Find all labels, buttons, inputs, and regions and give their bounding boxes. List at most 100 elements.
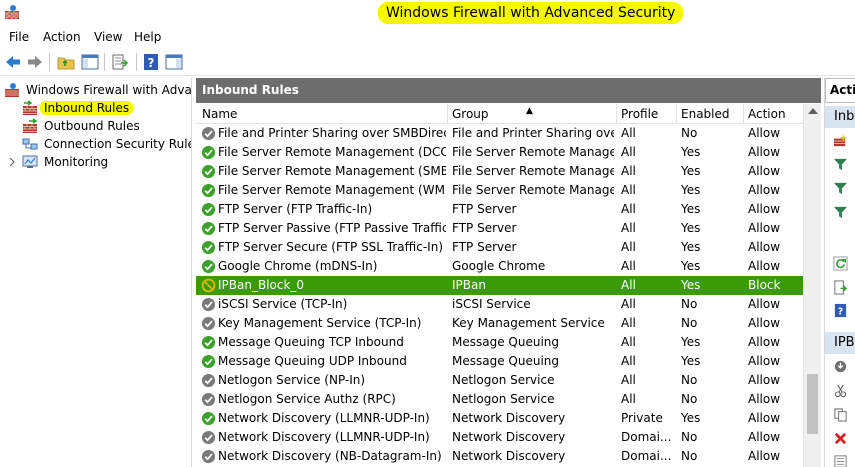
- table-row[interactable]: Google Chrome (mDNS-In) Google Chrome All Y…: [196, 257, 803, 276]
- table-row[interactable]: Message Queuing UDP Inbound Message Queui…: [196, 352, 803, 371]
- column-header-enabled[interactable]: Enabled: [677, 104, 744, 124]
- table-row[interactable]: Message Queuing TCP Inbound Message Queui…: [196, 333, 803, 352]
- window-title: Windows Firewall with Advanced Security: [378, 2, 684, 24]
- show-hide-action-pane-icon[interactable]: [164, 52, 184, 72]
- cell-action: Allow: [748, 354, 781, 368]
- cut-icon[interactable]: [833, 383, 848, 398]
- monitoring-icon: [22, 155, 38, 168]
- cell-group: Netlogon Service: [452, 392, 555, 406]
- filter-by-profile-icon[interactable]: [833, 157, 848, 172]
- menu-file[interactable]: File: [9, 29, 29, 45]
- cell-name: Network Discovery (NB-Datagram-In): [218, 449, 442, 463]
- cell-enabled: Yes: [681, 240, 701, 254]
- cell-group: File Server Remote Manage...: [452, 164, 614, 178]
- help-icon[interactable]: ?: [833, 303, 848, 318]
- export-list-icon[interactable]: [110, 52, 130, 72]
- cell-profile: Domai...: [621, 449, 672, 463]
- actions-title: Actio: [825, 78, 855, 103]
- cell-action: Allow: [748, 126, 781, 140]
- table-row[interactable]: Network Discovery (NB-Datagram-In) Networ…: [196, 447, 803, 466]
- column-header-profile[interactable]: Profile: [617, 104, 677, 124]
- title-bar: Windows Firewall with Advanced Security: [0, 0, 855, 26]
- cell-name: Network Discovery (LLMNR-UDP-In): [218, 411, 430, 425]
- cell-action: Allow: [748, 411, 781, 425]
- tree-item-label: Monitoring: [44, 155, 109, 169]
- table-row[interactable]: Network Discovery (LLMNR-UDP-In) Network …: [196, 428, 803, 447]
- table-row[interactable]: File Server Remote Management (SMB-In) Fi…: [196, 162, 803, 181]
- table-row[interactable]: FTP Server Passive (FTP Passive Traffic-…: [196, 219, 803, 238]
- actions-section-inbound[interactable]: Inbo: [825, 106, 855, 128]
- svg-text:?: ?: [838, 306, 843, 317]
- table-row[interactable]: FTP Server (FTP Traffic-In) FTP Server All…: [196, 200, 803, 219]
- new-rule-icon[interactable]: [833, 133, 848, 148]
- cell-name: iSCSI Service (TCP-In): [218, 297, 348, 311]
- forward-arrow-icon[interactable]: [25, 52, 45, 72]
- allow-enabled-icon: [201, 202, 216, 217]
- scrollbar-thumb[interactable]: [807, 374, 818, 434]
- menu-view[interactable]: View: [94, 29, 122, 45]
- actions-section-ipban[interactable]: IPBa: [825, 332, 855, 354]
- scroll-up-arrow-icon[interactable]: [808, 108, 818, 114]
- cell-name: FTP Server Secure (FTP SSL Traffic-In): [218, 240, 444, 254]
- cell-action: Block: [748, 278, 781, 292]
- copy-icon[interactable]: [833, 407, 848, 422]
- cell-profile: All: [621, 335, 636, 349]
- table-row[interactable]: File and Printer Sharing over SMBDirect …: [196, 124, 803, 143]
- table-row[interactable]: File Server Remote Management (DCOM... Fi…: [196, 143, 803, 162]
- cell-action: Allow: [748, 430, 781, 444]
- cell-action: Allow: [748, 240, 781, 254]
- cell-enabled: No: [681, 373, 698, 387]
- delete-icon[interactable]: [833, 431, 848, 446]
- allow-enabled-icon: [201, 145, 216, 160]
- up-folder-icon[interactable]: [56, 52, 76, 72]
- menu-action[interactable]: Action: [43, 29, 81, 45]
- rules-list: File and Printer Sharing over SMBDirect …: [196, 124, 803, 467]
- menu-help[interactable]: Help: [134, 29, 161, 45]
- table-row[interactable]: File Server Remote Management (WMI-In) Fi…: [196, 181, 803, 200]
- column-header-name[interactable]: Name: [196, 104, 448, 124]
- properties-icon[interactable]: [833, 454, 848, 467]
- table-row[interactable]: Network Discovery (LLMNR-UDP-In) Network …: [196, 409, 803, 428]
- table-row[interactable]: FTP Server Secure (FTP SSL Traffic-In) FT…: [196, 238, 803, 257]
- tree-item-label: Outbound Rules: [44, 119, 140, 133]
- column-headers: Name Group ▲ Profile Enabled Action: [196, 104, 803, 124]
- cell-group: Network Discovery: [452, 411, 566, 425]
- cell-name: Netlogon Service (NP-In): [218, 373, 366, 387]
- expand-arrow-icon[interactable]: [8, 158, 16, 166]
- table-row[interactable]: IPBan_Block_0 IPBan All Yes Block: [196, 276, 803, 295]
- table-row[interactable]: Key Management Service (TCP-In) Key Manag…: [196, 314, 803, 333]
- cell-enabled: Yes: [681, 335, 701, 349]
- cell-group: File Server Remote Manage...: [452, 183, 614, 197]
- filter-by-group-icon[interactable]: [833, 205, 848, 220]
- refresh-icon[interactable]: [833, 256, 848, 271]
- table-row[interactable]: iSCSI Service (TCP-In) iSCSI Service All No…: [196, 295, 803, 314]
- allow-enabled-icon: [201, 411, 216, 426]
- allow-enabled-icon: [201, 221, 216, 236]
- help-icon[interactable]: ?: [141, 52, 161, 72]
- cell-profile: All: [621, 373, 636, 387]
- vertical-scrollbar[interactable]: [803, 104, 821, 467]
- cell-name: File Server Remote Management (WMI-In): [218, 183, 446, 197]
- outbound-rules-icon: [23, 118, 38, 133]
- cell-name: FTP Server (FTP Traffic-In): [218, 202, 373, 216]
- table-row[interactable]: Netlogon Service (NP-In) Netlogon Service…: [196, 371, 803, 390]
- filter-by-state-icon[interactable]: [833, 181, 848, 196]
- allow-enabled-icon: [201, 259, 216, 274]
- cell-group: Network Discovery: [452, 430, 566, 444]
- table-row[interactable]: Netlogon Service Authz (RPC) Netlogon Ser…: [196, 390, 803, 409]
- actions-pane: Actio Inbo ? IPBa: [824, 78, 855, 467]
- disable-rule-icon[interactable]: [833, 359, 848, 374]
- cell-action: Allow: [748, 183, 781, 197]
- cell-enabled: No: [681, 297, 698, 311]
- column-header-group[interactable]: Group ▲: [448, 104, 617, 124]
- allow-enabled-icon: [201, 240, 216, 255]
- tree-item-label: Connection Security Rules: [44, 137, 192, 151]
- cell-name: Netlogon Service Authz (RPC): [218, 392, 396, 406]
- show-hide-tree-icon[interactable]: [80, 52, 100, 72]
- export-list-icon[interactable]: [833, 280, 848, 295]
- column-header-action[interactable]: Action: [744, 104, 803, 124]
- cell-action: Allow: [748, 297, 781, 311]
- back-arrow-icon[interactable]: [3, 52, 23, 72]
- cell-enabled: No: [681, 126, 698, 140]
- cell-group: FTP Server: [452, 202, 517, 216]
